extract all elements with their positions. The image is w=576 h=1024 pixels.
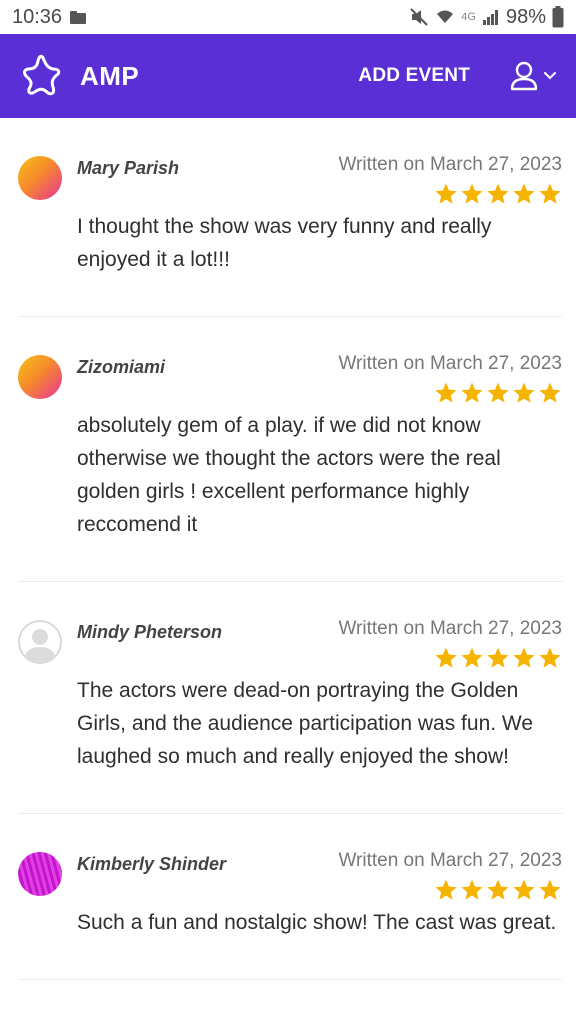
- reviewer-name: Zizomiami: [77, 357, 166, 377]
- review-meta: Written on March 27, 2023: [338, 353, 562, 405]
- review-header: Zizomiami Written on March 27, 2023: [77, 353, 562, 405]
- star-icon: [513, 382, 535, 403]
- default-avatar-icon: [24, 629, 56, 662]
- review-text: I thought the show was very funny and re…: [77, 215, 492, 271]
- star-icon: [513, 647, 535, 668]
- star-icon: [435, 647, 457, 668]
- review-date: Written on March 27, 2023: [338, 850, 562, 871]
- star-icon: [487, 382, 509, 403]
- review-body: Mary Parish Written on March 27, 2023 I …: [77, 154, 562, 316]
- review-date: Written on March 27, 2023: [338, 154, 562, 175]
- review-header: Mindy Pheterson Written on March 27, 202…: [77, 618, 562, 670]
- star-icon: [487, 183, 509, 204]
- review-text: Such a fun and nostalgic show! The cast …: [77, 911, 557, 934]
- user-icon: [510, 61, 538, 91]
- review-item: Kimberly Shinder Written on March 27, 20…: [18, 814, 562, 980]
- star-icon: [435, 183, 457, 204]
- review-meta: Written on March 27, 2023: [338, 154, 562, 206]
- reviewer-name: Kimberly Shinder: [77, 854, 227, 874]
- reviewer-avatar: [18, 620, 62, 664]
- review-text: absolutely gem of a play. if we did not …: [77, 414, 501, 536]
- logo-icon: [23, 54, 61, 96]
- star-icon: [461, 382, 483, 403]
- folder-icon: [70, 10, 87, 24]
- review-body: Zizomiami Written on March 27, 2023 abso…: [77, 353, 562, 581]
- review-body: Kimberly Shinder Written on March 27, 20…: [77, 850, 562, 979]
- status-bar-left: 10:36: [12, 5, 87, 29]
- app-bar: AMP ADD EVENT: [0, 34, 576, 118]
- review-header: Mary Parish Written on March 27, 2023: [77, 154, 562, 206]
- star-icon: [539, 879, 561, 900]
- star-icon: [461, 183, 483, 204]
- review-item: Mindy Pheterson Written on March 27, 202…: [18, 582, 562, 814]
- signal-icon: [482, 10, 498, 25]
- star-icon: [513, 183, 535, 204]
- star-rating: [338, 182, 562, 206]
- reviewer-name: Mindy Pheterson: [77, 622, 223, 642]
- battery-percent: 98%: [505, 5, 546, 28]
- review-item: Zizomiami Written on March 27, 2023 abso…: [18, 317, 562, 582]
- star-icon: [461, 647, 483, 668]
- chevron-down-icon: [544, 72, 556, 80]
- review-body: Mindy Pheterson Written on March 27, 202…: [77, 618, 562, 813]
- network-type: 4G: [461, 11, 476, 23]
- star-icon: [487, 879, 509, 900]
- review-item: Mary Parish Written on March 27, 2023 I …: [18, 118, 562, 317]
- star-icon: [539, 382, 561, 403]
- brand[interactable]: AMP: [20, 53, 139, 99]
- status-time: 10:36: [12, 5, 63, 28]
- user-menu-button[interactable]: [510, 61, 556, 91]
- review-meta: Written on March 27, 2023: [338, 850, 562, 902]
- reviewer-avatar: [18, 156, 62, 200]
- reviews-list: Mary Parish Written on March 27, 2023 I …: [0, 118, 576, 980]
- review-header: Kimberly Shinder Written on March 27, 20…: [77, 850, 562, 902]
- mute-icon: [410, 8, 428, 26]
- star-rating: [338, 878, 562, 902]
- star-icon: [539, 183, 561, 204]
- review-date: Written on March 27, 2023: [338, 618, 562, 639]
- star-rating: [338, 646, 562, 670]
- review-date: Written on March 27, 2023: [338, 353, 562, 374]
- reviewer-avatar: [18, 355, 62, 399]
- star-icon: [513, 879, 535, 900]
- reviewer-name: Mary Parish: [77, 158, 180, 178]
- star-icon: [435, 382, 457, 403]
- star-icon: [461, 879, 483, 900]
- status-bar-right: 4G 98%: [409, 6, 564, 29]
- status-bar: 10:36 4G 98%: [0, 0, 576, 34]
- brand-name: AMP: [80, 60, 140, 91]
- add-event-button[interactable]: ADD EVENT: [358, 65, 470, 87]
- review-meta: Written on March 27, 2023: [338, 618, 562, 670]
- wifi-icon: [437, 10, 454, 23]
- reviewer-avatar: [18, 852, 62, 896]
- star-icon: [539, 647, 561, 668]
- review-text: The actors were dead-on portraying the G…: [77, 679, 534, 768]
- battery-icon: [552, 6, 564, 28]
- star-icon: [487, 647, 509, 668]
- star-rating: [338, 381, 562, 405]
- star-icon: [435, 879, 457, 900]
